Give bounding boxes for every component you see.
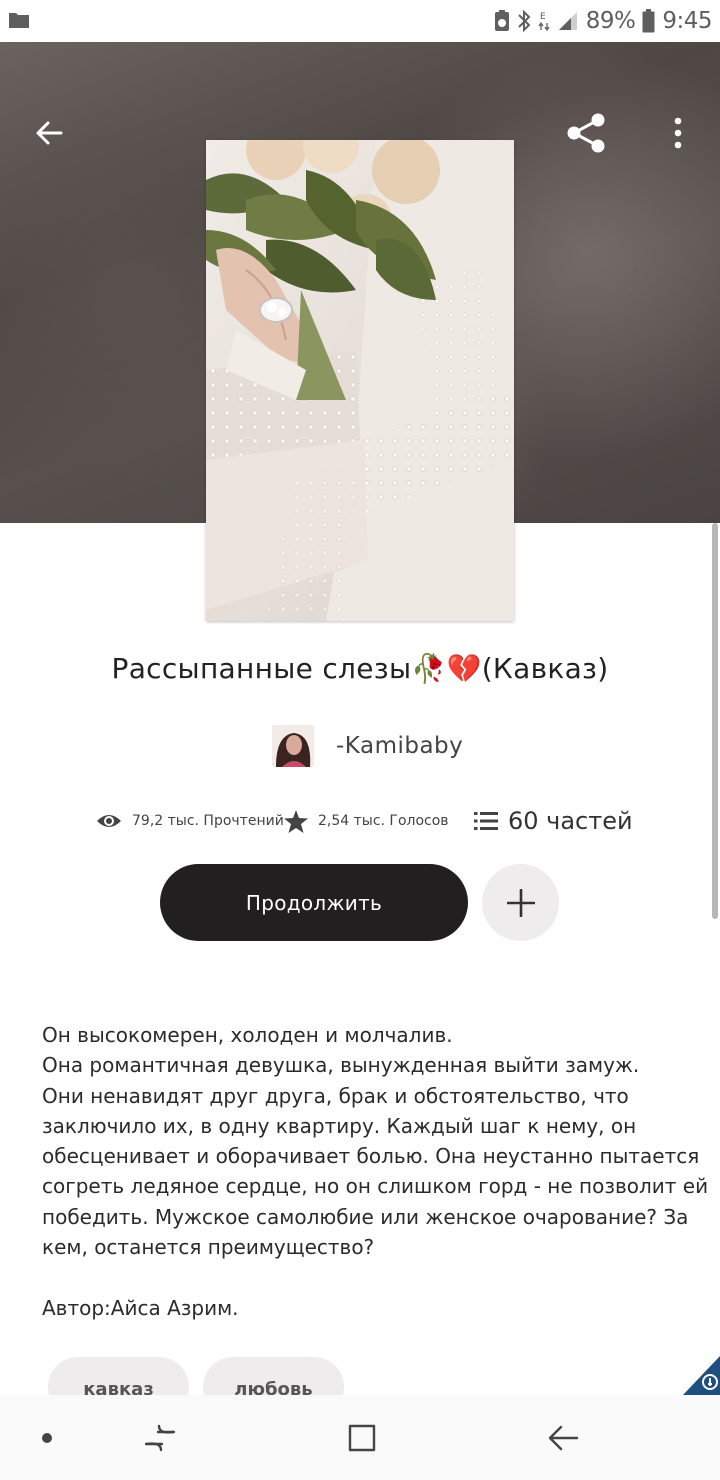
avatar [272, 725, 314, 767]
recents-icon [145, 1424, 175, 1452]
home-icon [348, 1424, 376, 1452]
description-line: Он высокомерен, холоден и молчалив. [42, 1023, 453, 1047]
more-options-button[interactable] [650, 105, 706, 161]
parts-stat[interactable]: 60 частей [474, 807, 633, 835]
description-line: Они ненавидят друг друга, брак и обстоят… [42, 1083, 629, 1108]
star-icon [284, 809, 308, 833]
bluetooth-icon [518, 9, 531, 33]
description-line: согреть ледяное сердце, но он слишком го… [42, 1174, 709, 1199]
signal-icon [558, 12, 577, 30]
back-button[interactable] [21, 105, 77, 161]
author-note: Автор:Айса Азрим. [42, 1295, 239, 1320]
share-button[interactable] [558, 105, 614, 161]
back-icon [548, 1425, 579, 1451]
eye-icon [97, 815, 121, 827]
story-description: Он высокомерен, холоден и молчалив. Она … [42, 1020, 709, 1323]
system-navigation-bar [0, 1395, 720, 1480]
battery-percent: 89% [585, 8, 636, 34]
arrow-left-icon [36, 121, 63, 145]
svg-text:E: E [540, 12, 546, 22]
list-icon [474, 812, 498, 830]
author-name[interactable]: -Kamibaby [336, 733, 463, 759]
nav-recents-button[interactable] [130, 1413, 190, 1463]
votes-stat: 2,54 тыс. Голосов [284, 809, 474, 833]
author-profile[interactable]: -Kamibaby [272, 725, 463, 767]
folder-icon [9, 13, 29, 28]
description-line: обесценивает и оборачивает болью. Она не… [42, 1144, 700, 1169]
nav-back-button[interactable] [533, 1413, 593, 1463]
dot-icon [42, 1433, 52, 1443]
story-title: Рассыпанные слезы🥀💔(Кавказ) [111, 652, 609, 685]
description-line: Она романтичная девушка, вынужденная вый… [42, 1053, 640, 1078]
description-spacer [42, 1262, 682, 1292]
story-stats: 79,2 тыс. Прочтений 2,54 тыс. Голосов 60… [96, 804, 633, 838]
story-cover[interactable] [206, 140, 514, 621]
nav-home-button[interactable] [332, 1413, 392, 1463]
status-icons: E 89% 9:45 [494, 6, 712, 36]
cover-illustration [206, 140, 514, 621]
network-e-icon: E [538, 12, 550, 32]
battery-icon [642, 9, 655, 33]
description-line: заключило их, в одну квартиру. Каждый ша… [42, 1113, 637, 1138]
continue-reading-button[interactable]: Продолжить [160, 864, 468, 941]
accessibility-badge-icon[interactable] [682, 1356, 720, 1396]
status-bar: E 89% 9:45 [0, 0, 720, 42]
parts-count: 60 частей [508, 807, 633, 835]
share-icon [567, 113, 605, 153]
more-vertical-icon [674, 117, 682, 149]
story-details-screen: E 89% 9:45 Рассыпанные слезы🥀💔(Кавказ) -… [0, 0, 720, 1480]
scrollbar[interactable] [712, 523, 718, 919]
reads-count: 79,2 тыс. Прочтений [132, 813, 284, 829]
data-saver-icon [494, 10, 509, 31]
nav-dot-button[interactable] [17, 1413, 77, 1463]
add-to-library-button[interactable] [482, 864, 559, 941]
description-line: кем, останется преимущество? [42, 1235, 375, 1260]
description-line: победить. Мужское самолюбие или женское … [42, 1204, 689, 1229]
plus-icon [506, 888, 535, 917]
votes-count: 2,54 тыс. Голосов [318, 813, 449, 829]
reads-stat: 79,2 тыс. Прочтений [96, 812, 284, 830]
clock: 9:45 [662, 8, 712, 34]
